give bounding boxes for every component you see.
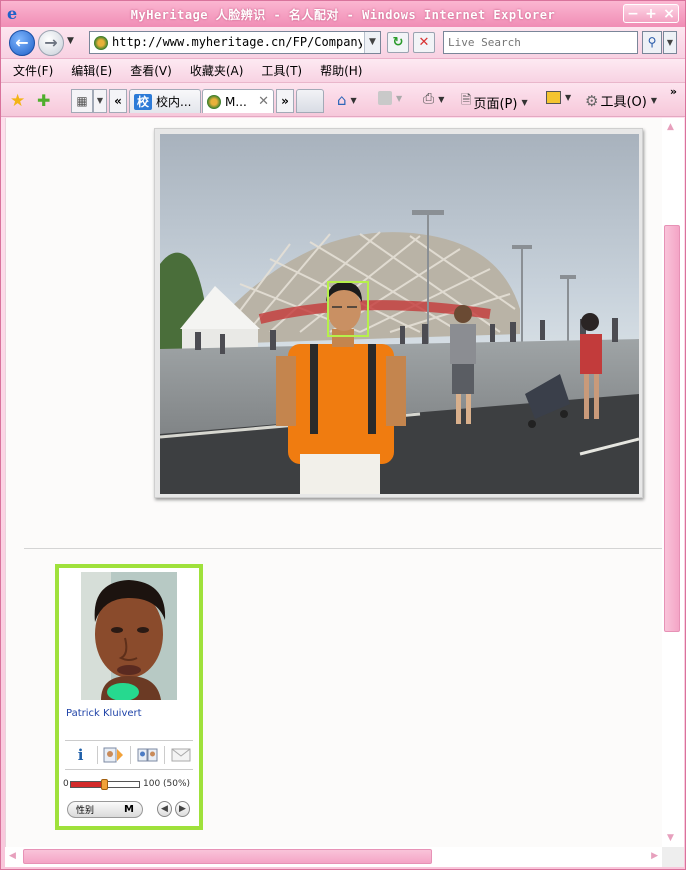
close-window-button[interactable]: × — [663, 6, 675, 22]
menu-tools[interactable]: 工具(T) — [261, 62, 302, 79]
celebrity-photo[interactable] — [81, 572, 177, 700]
research-icon — [546, 91, 561, 104]
rss-feed-icon — [378, 91, 392, 105]
refresh-button[interactable]: ↻ — [387, 32, 409, 53]
card-action-icons: i — [67, 744, 195, 766]
similarity-bar-fill — [71, 782, 105, 787]
minimize-button[interactable]: − — [627, 6, 639, 22]
similarity-min-label: 0 — [63, 779, 69, 789]
print-button[interactable]: ⎙ ▼ — [423, 91, 444, 107]
card-divider — [65, 769, 193, 770]
gender-value: M — [124, 804, 134, 815]
printer-icon: ⎙ — [423, 91, 435, 107]
window-controls: − + × — [623, 4, 679, 23]
icon-separator — [130, 746, 132, 764]
vertical-scroll-thumb[interactable] — [664, 225, 680, 632]
menu-view[interactable]: 查看(V) — [130, 62, 172, 79]
card-divider — [65, 740, 193, 741]
maximize-button[interactable]: + — [645, 6, 657, 22]
vertical-scrollbar[interactable]: ▲ ▼ — [662, 118, 684, 847]
gear-icon: ⚙ — [585, 91, 599, 110]
page-menu-label: 页面(P) — [473, 96, 518, 112]
browser-window: e MyHeritage 人脸辨识 - 名人配对 - Windows Inter… — [0, 0, 686, 870]
next-match-button[interactable]: ▶ — [175, 801, 190, 817]
horizontal-scrollbar[interactable]: ◀ ▶ — [5, 847, 662, 867]
page-content: Patrick Kluivert i 0 100 (50%) 性别 M ◀ ▶ — [5, 118, 662, 847]
uploaded-photo-frame — [154, 128, 643, 498]
detected-face-box[interactable] — [327, 281, 369, 337]
tab-bar: ★ ✚ ▦ ▼ « 校 校内... M... ✕ » ⌂ ▼ ▼ ⎙ ▼ 🗎 页面(… — [1, 83, 685, 117]
tab-label: 校内... — [156, 95, 192, 109]
more-commands-chevron-icon[interactable]: » — [670, 85, 677, 98]
view-album-icon[interactable] — [137, 745, 159, 765]
url-text[interactable]: http://www.myheritage.cn/FP/Company/face… — [112, 35, 362, 49]
search-input[interactable] — [444, 32, 637, 53]
previous-match-button[interactable]: ◀ — [157, 801, 172, 817]
search-icon[interactable]: ⚲ — [642, 31, 662, 54]
search-options-dropdown-icon[interactable]: ▼ — [663, 31, 677, 54]
stadium-photo-image — [160, 134, 639, 494]
window-title: MyHeritage 人脸辨识 - 名人配对 - Windows Interne… — [130, 8, 556, 22]
close-tab-icon[interactable]: ✕ — [252, 94, 269, 109]
tools-menu-button[interactable]: ⚙ 工具(O) ▼ — [585, 91, 657, 111]
tools-menu-label: 工具(O) — [600, 95, 647, 110]
gender-indicator: 性别 M — [67, 801, 143, 818]
new-tab-button[interactable] — [296, 89, 324, 113]
similarity-marker — [101, 779, 108, 790]
tab-list-dropdown-icon[interactable]: ▼ — [93, 89, 107, 113]
scroll-left-arrow-icon[interactable]: ◀ — [9, 851, 16, 861]
similarity-max-label: 100 (50%) — [143, 779, 191, 789]
celebrity-name-link[interactable]: Patrick Kluivert — [66, 708, 142, 719]
horizontal-scroll-thumb[interactable] — [23, 849, 432, 864]
favorites-star-icon[interactable]: ★ — [10, 91, 25, 111]
search-field[interactable] — [443, 31, 638, 54]
history-dropdown-icon[interactable]: ▼ — [67, 36, 74, 46]
tab-label: M... — [225, 94, 247, 109]
celebrity-match-card: Patrick Kluivert i 0 100 (50%) 性别 M ◀ ▶ — [55, 564, 203, 830]
similarity-bar — [70, 779, 140, 790]
menu-bar: 文件(F) 编辑(E) 查看(V) 收藏夹(A) 工具(T) 帮助(H) — [1, 59, 685, 83]
mail-icon[interactable] — [170, 745, 192, 765]
section-divider — [24, 548, 662, 549]
compare-faces-icon[interactable] — [103, 745, 125, 765]
stop-button[interactable]: ✕ — [413, 32, 435, 53]
site-favicon-icon — [94, 36, 108, 50]
tab-xiaonei[interactable]: 校 校内... — [129, 89, 201, 113]
menu-favorites[interactable]: 收藏夹(A) — [190, 62, 244, 79]
quick-tabs-icon[interactable]: ▦ — [71, 89, 93, 113]
scroll-right-arrow-icon[interactable]: ▶ — [651, 851, 658, 861]
add-favorite-icon[interactable]: ✚ — [37, 91, 50, 110]
info-icon[interactable]: i — [70, 745, 92, 765]
page-icon: 🗎 — [461, 93, 472, 108]
myheritage-favicon-icon — [207, 94, 221, 109]
scroll-up-arrow-icon[interactable]: ▲ — [667, 122, 674, 132]
url-dropdown-icon[interactable]: ▼ — [364, 32, 380, 53]
gender-label: 性别 — [76, 806, 95, 816]
scrollbar-corner — [662, 847, 684, 867]
scroll-down-arrow-icon[interactable]: ▼ — [667, 833, 674, 843]
tab-myheritage[interactable]: M... ✕ — [202, 89, 274, 113]
menu-file[interactable]: 文件(F) — [13, 62, 53, 79]
menu-edit[interactable]: 编辑(E) — [71, 62, 112, 79]
title-bar: e MyHeritage 人脸辨识 - 名人配对 - Windows Inter… — [1, 1, 685, 27]
research-button[interactable]: ▼ — [546, 91, 571, 104]
home-icon: ⌂ — [337, 91, 347, 109]
uploaded-photo — [160, 134, 639, 494]
tab-scroll-right-button[interactable]: » — [276, 89, 294, 113]
school-favicon-icon: 校 — [134, 93, 152, 110]
page-menu-button[interactable]: 🗎 页面(P) ▼ — [461, 91, 528, 113]
address-bar: ← → ▼ http://www.myheritage.cn/FP/Compan… — [1, 27, 685, 59]
home-button[interactable]: ⌂ ▼ — [337, 91, 357, 109]
feeds-button[interactable]: ▼ — [378, 91, 402, 105]
url-field[interactable]: http://www.myheritage.cn/FP/Company/face… — [89, 31, 381, 54]
icon-separator — [96, 746, 98, 764]
celebrity-portrait-image — [81, 572, 177, 700]
menu-help[interactable]: 帮助(H) — [320, 62, 362, 79]
tab-scroll-left-button[interactable]: « — [109, 89, 127, 113]
forward-button[interactable]: → — [38, 30, 64, 56]
back-button[interactable]: ← — [9, 30, 35, 56]
icon-separator — [164, 746, 166, 764]
